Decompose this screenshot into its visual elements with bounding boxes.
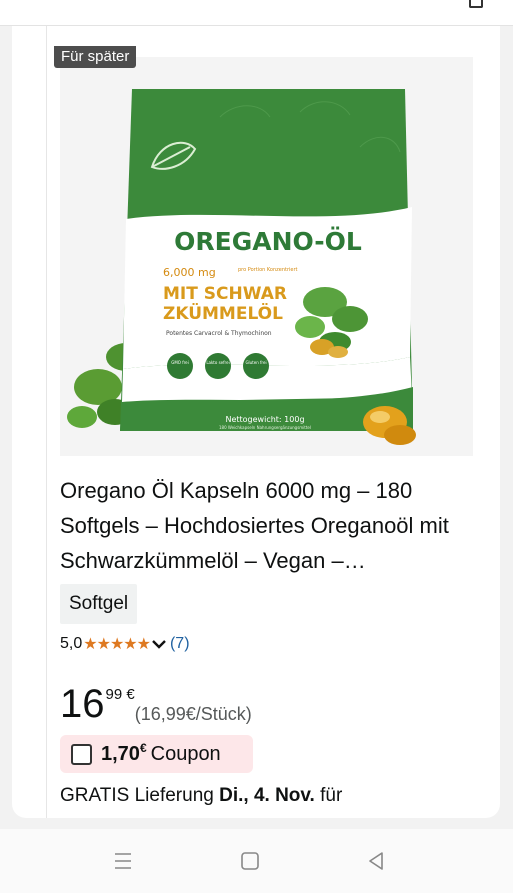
svg-text:6,000 mg: 6,000 mg [163,266,216,279]
product-package-illustration: OREGANO-ÖL 6,000 mg pro Portion Konzentr… [60,57,473,456]
svg-text:Potentes Carvacrol & Thymochin: Potentes Carvacrol & Thymochinon [166,330,272,337]
svg-text:ZKÜMMELÖL: ZKÜMMELÖL [163,302,283,324]
delivery-date: Di., 4. Nov. [219,785,315,806]
product-card[interactable]: OREGANO-ÖL 6,000 mg pro Portion Konzentr… [12,26,500,818]
product-title[interactable]: Oregano Öl Kapseln 6000 mg – 180 Softgel… [60,473,475,578]
coupon-box[interactable]: 1,70 € Coupon [60,735,253,773]
price-whole: 16 [60,682,105,726]
system-nav-bar [0,829,513,893]
svg-text:OREGANO-ÖL: OREGANO-ÖL [174,226,362,256]
svg-text:Lakto sefrei: Lakto sefrei [206,360,229,365]
rating-value: 5,0 [60,635,83,652]
delivery-suffix: für [314,785,343,806]
svg-text:GMO frei: GMO frei [171,360,189,365]
coupon-checkbox[interactable] [71,743,92,765]
price: 16 99 € (16,99€/Stück) [60,682,252,726]
badge-row: GMO frei Lakto sefrei Gluten frei [167,353,269,379]
star-rating-icon: ★★★★★ [83,636,151,653]
coupon-amount: 1,70 [101,742,140,765]
variant-chip[interactable]: Softgel [60,584,138,624]
card-divider [46,26,47,818]
review-count-link[interactable]: (7) [170,635,190,653]
top-bar [0,0,513,26]
delivery-info: GRATIS Lieferung Di., 4. Nov. für [60,783,480,809]
rating-row[interactable]: 5,0 ★★★★★ (7) [60,631,190,657]
svg-text:Gluten frei: Gluten frei [245,360,266,365]
unit-price: (16,99€/Stück) [134,704,252,724]
home-square-icon[interactable] [238,849,262,873]
chevron-down-icon[interactable] [152,637,166,652]
price-fraction: 99 € [105,686,135,703]
coupon-currency: € [139,741,147,755]
svg-text:Nettogewicht: 100g: Nettogewicht: 100g [225,415,304,424]
coupon-label: Coupon [150,742,221,765]
back-triangle-icon[interactable] [364,849,388,873]
svg-text:180 Weichkapseln Nahrungsergän: 180 Weichkapseln Nahrungsergänzungsmitte… [219,425,311,430]
save-for-later-badge[interactable]: Für später [54,46,137,68]
svg-text:pro Portion Konzentriert: pro Portion Konzentriert [238,267,298,273]
share-icon[interactable] [469,0,483,8]
product-image[interactable]: OREGANO-ÖL 6,000 mg pro Portion Konzentr… [60,57,473,456]
svg-text:MIT SCHWAR: MIT SCHWAR [163,284,287,304]
delivery-prefix: GRATIS Lieferung [60,785,220,806]
menu-icon[interactable] [111,849,135,873]
